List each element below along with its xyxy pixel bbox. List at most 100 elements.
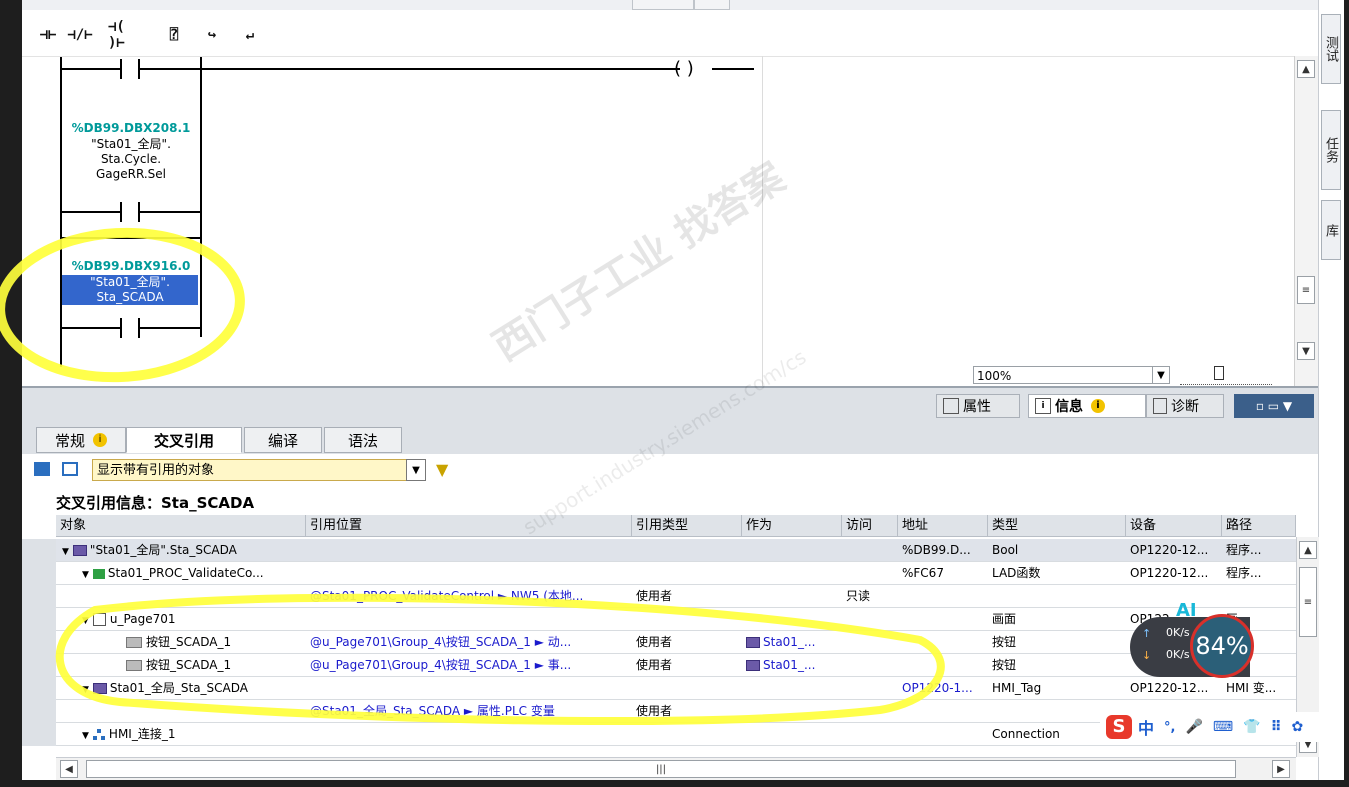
cell-device: OP1220-12...	[1130, 543, 1209, 557]
diagnostics-icon	[1153, 398, 1167, 414]
sogou-logo-icon[interactable]: S	[1106, 715, 1132, 739]
scroll-thumb[interactable]: ≡	[1297, 276, 1315, 304]
subtab-compile[interactable]: 编译	[244, 427, 322, 453]
col-type[interactable]: 类型	[988, 515, 1126, 537]
cell-type: 按钮	[992, 635, 1017, 649]
cell-ref-location-link[interactable]: @u_Page701\Group_4\按钮_SCADA_1 ► 动...	[310, 631, 630, 654]
table-scroll-right-icon[interactable]: ▶	[1272, 760, 1290, 778]
col-device[interactable]: 设备	[1126, 515, 1222, 537]
inspector-window-controls[interactable]: ▫ ▭ ▼	[1234, 394, 1314, 418]
branch-wire-4	[60, 327, 120, 329]
tab-diagnostics[interactable]: 诊断	[1146, 394, 1224, 418]
tab-info-label: 信息	[1055, 399, 1083, 415]
col-access[interactable]: 访问	[842, 515, 898, 537]
table-hscroll-thumb[interactable]: |||	[86, 760, 1236, 778]
col-ref-location[interactable]: 引用位置	[306, 515, 632, 537]
coil-symbol[interactable]: ( )	[674, 58, 694, 79]
col-address[interactable]: 地址	[898, 515, 988, 537]
ime-toolbar: S 中 °, 🎤 ⌨ 👕 ⠿ ✿	[1100, 712, 1332, 742]
zoom-slider[interactable]	[1180, 366, 1272, 385]
empty-box-button[interactable]: ⍰	[160, 22, 188, 48]
tab-info[interactable]: i 信息 i	[1028, 394, 1146, 418]
col-object[interactable]: 对象	[56, 515, 306, 537]
expand-triangle-icon[interactable]: ▼	[62, 547, 69, 557]
zoom-slider-thumb[interactable]	[1214, 366, 1224, 380]
cell-as[interactable]: Sta01_...	[763, 635, 815, 649]
settings-flower-icon[interactable]: ✿	[1292, 719, 1304, 735]
operand-1-name[interactable]: "Sta01_全局". Sta.Cycle. GageRR.Sel	[46, 137, 216, 182]
col-ref-type[interactable]: 引用类型	[632, 515, 742, 537]
keyboard-icon[interactable]: ⌨	[1213, 719, 1233, 735]
table-row[interactable]: 按钮_SCADA_1 @u_Page701\Group_4\按钮_SCADA_1…	[22, 654, 1296, 677]
skin-shirt-icon[interactable]: 👕	[1243, 719, 1260, 735]
col-path[interactable]: 路径	[1222, 515, 1296, 537]
table-row[interactable]: ▼ Sta01_PROC_ValidateCo... %FC67 LAD函数 OP…	[22, 562, 1296, 585]
col-as[interactable]: 作为	[742, 515, 842, 537]
ime-punctuation-icon[interactable]: °,	[1164, 720, 1175, 735]
ladder-toolbar: ⊣⊢ ⊣/⊢ ⊣( )⊢ ⍰ ↪ ↵	[22, 10, 1318, 56]
side-tab-tasks[interactable]: 任务	[1321, 110, 1341, 190]
side-tab-library[interactable]: 库	[1321, 200, 1341, 260]
subtab-syntax[interactable]: 语法	[324, 427, 402, 453]
ai-label: AI	[1176, 600, 1197, 621]
table-row[interactable]: ▼u_Page701 画面 OP122... 画...	[22, 608, 1296, 631]
row-header	[22, 700, 56, 723]
cell-ref-location-link[interactable]: @Sta01_全局_Sta_SCADA ► 属性.PLC 变量	[310, 700, 630, 723]
upload-arrow-icon: ↑	[1142, 627, 1152, 640]
open-branch-button[interactable]: ↪	[198, 22, 226, 48]
cell-device: OP1220-12...	[1130, 681, 1209, 695]
microphone-icon[interactable]: 🎤	[1185, 719, 1202, 735]
nc-contact-button[interactable]: ⊣/⊢	[66, 22, 94, 48]
cell-object: 按钮_SCADA_1	[146, 635, 232, 649]
funnel-filter-icon[interactable]: ▼	[436, 460, 448, 479]
subtab-general[interactable]: 常规 i	[36, 427, 126, 453]
cell-ref-location-link[interactable]: @u_Page701\Group_4\按钮_SCADA_1 ► 事...	[310, 654, 630, 677]
toolbox-grid-icon[interactable]: ⠿	[1271, 719, 1282, 735]
filter-dropdown-icon[interactable]: ▼	[406, 459, 426, 481]
ladder-vertical-scrollbar[interactable]: ▲ ≡ ▼	[1294, 56, 1319, 386]
no-contact-button[interactable]: ⊣⊢	[34, 22, 62, 48]
ime-mode-chinese[interactable]: 中	[1138, 715, 1154, 739]
close-branch-button[interactable]: ↵	[236, 22, 264, 48]
cell-ref-location-link[interactable]: @Sta01_PROC_ValidateControl ► NW5 (本地...	[310, 585, 630, 608]
memory-percent-indicator[interactable]: 84%	[1190, 614, 1254, 678]
cell-object: 按钮_SCADA_1	[146, 658, 232, 672]
collapse-all-icon[interactable]	[62, 462, 78, 476]
table-row[interactable]: @Sta01_PROC_ValidateControl ► NW5 (本地...…	[22, 585, 1296, 608]
table-horizontal-scrollbar[interactable]: ◀ ||| ▶	[56, 757, 1296, 780]
row-header	[22, 631, 56, 654]
contact-3-left	[120, 318, 122, 338]
scroll-down-icon[interactable]: ▼	[1297, 342, 1315, 360]
table-row[interactable]: ▼ Sta01_全局_Sta_SCADA OP1220-1... HMI_Tag …	[22, 677, 1296, 700]
cell-object: HMI_连接_1	[108, 727, 176, 741]
splitter-handle[interactable]	[632, 0, 694, 10]
subtab-cross-reference[interactable]: 交叉引用	[126, 427, 242, 453]
zoom-level-field[interactable]: 100%	[973, 366, 1159, 384]
zoom-dropdown-icon[interactable]: ▼	[1152, 366, 1170, 384]
side-tab-test[interactable]: 测试	[1321, 14, 1341, 84]
table-row[interactable]: ▼ "Sta01_全局".Sta_SCADA %DB99.D... Bool OP…	[22, 539, 1296, 562]
cell-as[interactable]: Sta01_...	[763, 658, 815, 672]
coil-button[interactable]: ⊣( )⊢	[108, 19, 136, 51]
tab-properties[interactable]: 属性	[936, 394, 1020, 418]
expand-triangle-icon[interactable]: ▼	[82, 570, 89, 580]
expand-triangle-icon[interactable]: ▼	[82, 616, 89, 626]
general-info-icon: i	[93, 433, 107, 447]
rung-wire	[60, 68, 120, 70]
expand-triangle-icon[interactable]: ▼	[82, 731, 89, 741]
xref-title: 交叉引用信息：Sta_SCADA	[56, 494, 255, 512]
table-scroll-up-icon[interactable]: ▲	[1299, 541, 1317, 559]
expand-triangle-icon[interactable]: ▼	[82, 685, 89, 695]
expand-all-icon[interactable]	[34, 462, 50, 476]
splitter-handle-2[interactable]	[694, 0, 730, 10]
operand-2-name[interactable]: "Sta01_全局". Sta_SCADA	[62, 275, 198, 305]
scroll-up-icon[interactable]: ▲	[1297, 60, 1315, 78]
operand-1-address: %DB99.DBX208.1	[71, 121, 191, 135]
contact-1-left	[120, 59, 122, 79]
cell-object: u_Page701	[109, 612, 176, 626]
table-scroll-thumb[interactable]: ≡	[1299, 567, 1317, 637]
tab-properties-label: 属性	[963, 399, 991, 415]
table-row[interactable]: 按钮_SCADA_1 @u_Page701\Group_4\按钮_SCADA_1…	[22, 631, 1296, 654]
filter-select[interactable]: 显示带有引用的对象	[92, 459, 412, 481]
table-scroll-left-icon[interactable]: ◀	[60, 760, 78, 778]
